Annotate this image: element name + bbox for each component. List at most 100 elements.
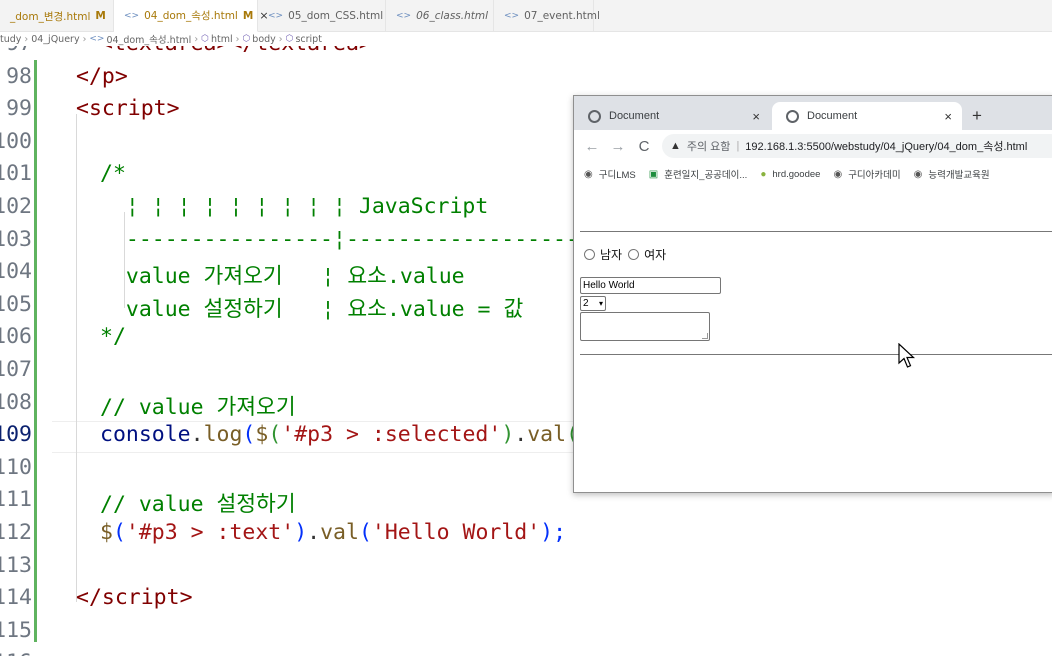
code-token: p bbox=[101, 64, 115, 89]
line-number: 103 bbox=[0, 227, 32, 252]
close-icon[interactable]: × bbox=[944, 109, 952, 124]
breadcrumb-item[interactable]: 04_jQuery bbox=[31, 34, 79, 45]
code-token: > bbox=[114, 64, 128, 89]
globe-icon bbox=[588, 109, 601, 123]
tab-label: 07_event.html bbox=[524, 10, 600, 22]
code-token: console bbox=[100, 422, 191, 447]
code-token: ( bbox=[268, 422, 282, 447]
bookmark-label: 구디LMS bbox=[598, 170, 636, 181]
code-line-111: // value 설정하기 bbox=[100, 492, 296, 517]
modified-flag: M bbox=[242, 9, 254, 22]
chevron-right-icon: › bbox=[278, 33, 283, 45]
line-number: 109 bbox=[0, 422, 32, 447]
page-content: 남자 여자 Hello World 2 ▾ bbox=[574, 188, 1052, 492]
code-line-106: */ bbox=[100, 324, 126, 349]
element-icon: ⬡ bbox=[242, 34, 251, 44]
code-token: </ bbox=[76, 585, 102, 610]
element-icon: ⬡ bbox=[285, 34, 294, 44]
code-line-108: // value 가져오기 bbox=[100, 395, 296, 420]
bookmark-item[interactable]: ● hrd.goodee bbox=[760, 169, 820, 180]
address-bar[interactable]: ▲ 주의 요함 | 192.168.1.3:5500/webstudy/04_j… bbox=[662, 134, 1052, 158]
line-number: 100 bbox=[0, 129, 32, 154]
browser-window: Document × Document × + ← → C ▲ 주의 요함 | … bbox=[573, 95, 1052, 493]
code-line-99: <script> bbox=[76, 96, 180, 121]
chevron-right-icon: › bbox=[194, 33, 199, 45]
code-line-114: </script> bbox=[76, 585, 193, 610]
html-file-icon: <> bbox=[124, 10, 140, 21]
back-button[interactable]: ← bbox=[584, 138, 600, 155]
text-input[interactable]: Hello World bbox=[580, 277, 721, 294]
code-line-102: ¦ ¦ ¦ ¦ ¦ ¦ ¦ ¦ ¦ JavaScript bbox=[100, 194, 489, 219]
code-token: ) bbox=[501, 422, 515, 447]
breadcrumb-item[interactable]: tudy bbox=[0, 34, 21, 45]
breadcrumb: tudy › 04_jQuery › <> 04_dom_속성.html › ⬡… bbox=[0, 32, 1052, 46]
code-line-105: value 설정하기 ¦ 요소.value = 값 bbox=[100, 297, 524, 322]
code-token: </ bbox=[76, 64, 102, 89]
code-token: $ bbox=[100, 520, 113, 545]
line-number: 105 bbox=[0, 292, 32, 317]
breadcrumb-item[interactable]: 04_dom_속성.html bbox=[106, 32, 191, 46]
code-token: < bbox=[76, 96, 89, 121]
bookmark-label: hrd.goodee bbox=[772, 168, 821, 180]
forward-button[interactable]: → bbox=[610, 138, 626, 155]
radio-female[interactable] bbox=[628, 249, 640, 260]
code-token: script bbox=[88, 96, 167, 121]
globe-icon: ◉ bbox=[833, 168, 843, 180]
textarea[interactable] bbox=[580, 312, 710, 341]
code-token: > bbox=[166, 96, 180, 121]
resize-grip-icon[interactable] bbox=[702, 333, 708, 339]
tab-label: 04_dom_속성.html bbox=[144, 10, 238, 22]
html-file-icon: <> bbox=[268, 11, 284, 21]
browser-tab-active[interactable]: Document × bbox=[772, 102, 962, 130]
line-number: 99 bbox=[6, 96, 32, 121]
html-file-icon: <> bbox=[504, 11, 520, 21]
globe-icon: ◉ bbox=[584, 168, 593, 180]
url-text[interactable]: 192.168.1.3:5500/webstudy/04_jQuery/04_d… bbox=[745, 138, 1027, 154]
code-token: '#p3 > :text' bbox=[125, 520, 295, 545]
line-number: 104 bbox=[0, 259, 32, 284]
line-number: 114 bbox=[0, 585, 32, 610]
code-token: > bbox=[179, 585, 193, 610]
breadcrumb-item[interactable]: script bbox=[295, 34, 321, 45]
radio-male[interactable] bbox=[584, 249, 595, 260]
browser-toolbar: ← → C ▲ 주의 요함 | 192.168.1.3:5500/webstud… bbox=[574, 130, 1052, 162]
line-number: 112 bbox=[0, 520, 32, 545]
code-token: ); bbox=[540, 520, 567, 545]
horizontal-rule bbox=[580, 354, 1052, 355]
line-number: 107 bbox=[0, 357, 32, 382]
bookmark-item[interactable]: ◉ 능력개발교육원 bbox=[914, 167, 990, 182]
browser-tab-title: Document bbox=[609, 110, 660, 122]
address-separator: | bbox=[736, 140, 740, 152]
radio-male-label: 남자 bbox=[600, 248, 623, 262]
reload-button[interactable]: C bbox=[636, 138, 652, 155]
code-token: ) bbox=[294, 520, 308, 545]
close-icon[interactable]: × bbox=[752, 109, 760, 124]
line-number: 108 bbox=[0, 390, 32, 415]
warning-icon[interactable]: ▲ bbox=[670, 140, 681, 152]
code-line-112: $('#p3 > :text').val('Hello World'); bbox=[100, 520, 566, 545]
breadcrumb-item[interactable]: html bbox=[211, 34, 233, 45]
code-token: . bbox=[190, 422, 204, 447]
code-token: script bbox=[101, 585, 180, 610]
bookmark-item[interactable]: ▣ 훈련일지_공공데이... bbox=[649, 167, 748, 182]
bookmark-label: 구디아카데미 bbox=[848, 170, 901, 181]
new-tab-button[interactable]: + bbox=[972, 106, 982, 126]
html-file-icon: <> bbox=[396, 11, 412, 21]
horizontal-rule bbox=[580, 231, 1052, 232]
globe-icon bbox=[786, 109, 799, 123]
bookmark-item[interactable]: ◉ 구디LMS bbox=[584, 167, 636, 182]
number-select[interactable]: 2 ▾ bbox=[580, 296, 606, 311]
browser-tab[interactable]: Document × bbox=[574, 102, 770, 130]
line-number: 111 bbox=[0, 487, 32, 512]
select-value: 2 bbox=[583, 298, 589, 309]
code-token: . bbox=[307, 520, 321, 545]
code-line-109: console.log($('#p3 > :selected').val()); bbox=[100, 422, 618, 447]
security-warning-text[interactable]: 주의 요함 bbox=[687, 138, 731, 154]
line-number: 110 bbox=[0, 455, 32, 480]
mouse-pointer-icon bbox=[898, 343, 916, 368]
breadcrumb-item[interactable]: body bbox=[252, 34, 276, 45]
line-number: 102 bbox=[0, 194, 32, 219]
code-token: $ bbox=[255, 422, 269, 447]
code-line-101: /* bbox=[100, 161, 126, 186]
bookmark-item[interactable]: ◉ 구디아카데미 bbox=[833, 167, 901, 182]
